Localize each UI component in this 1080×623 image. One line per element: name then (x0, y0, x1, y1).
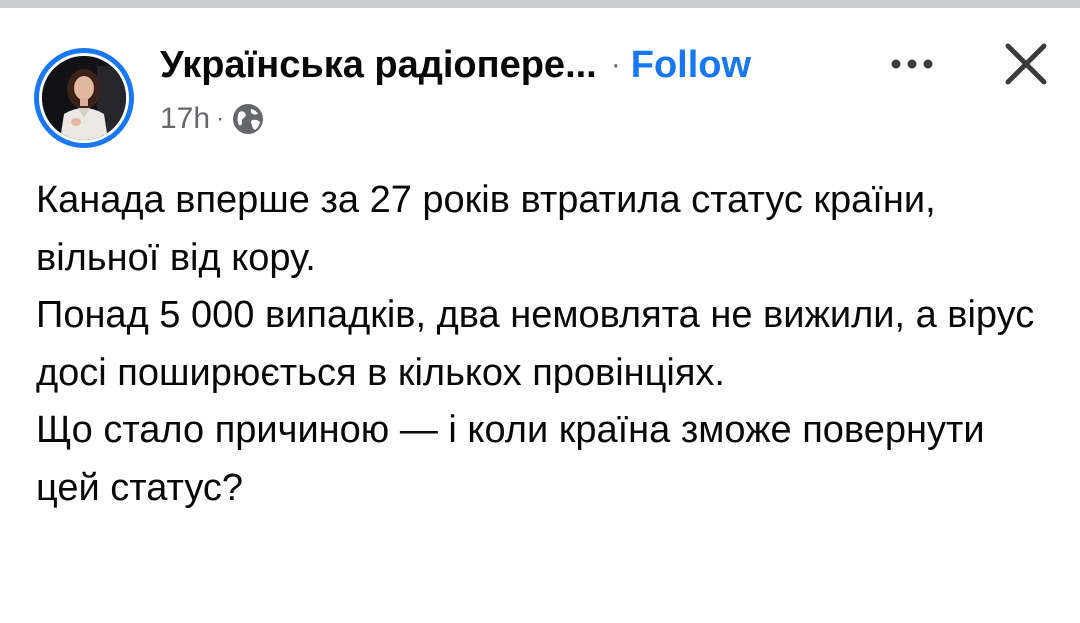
post-paragraph: Понад 5 000 випадків, два немовлята не в… (36, 294, 1035, 394)
avatar[interactable] (34, 48, 134, 148)
globe-icon (230, 101, 266, 137)
post-meta: 17h · (160, 99, 266, 139)
follow-button[interactable]: Follow (631, 44, 751, 87)
more-options-icon (891, 59, 933, 69)
top-divider-strip (0, 0, 1080, 8)
meta-separator-dot: · (216, 105, 225, 132)
avatar-photo (42, 56, 126, 140)
close-button[interactable] (996, 34, 1056, 94)
page-name-link[interactable]: Українська радіопере... (160, 44, 597, 87)
post-timestamp[interactable]: 17h (160, 102, 210, 136)
post-paragraph: Що стало причиною — і коли країна зможе … (36, 409, 985, 509)
post-text: Канада вперше за 27 років втратила стату… (36, 172, 1056, 517)
post-header: Українська радіопере... · Follow (160, 40, 751, 90)
close-icon (1005, 43, 1047, 85)
more-options-button[interactable] (882, 44, 942, 84)
avatar-portrait-image (42, 56, 126, 140)
header-separator-dot: · (610, 48, 621, 81)
post-paragraph: Канада вперше за 27 років втратила стату… (36, 179, 936, 279)
